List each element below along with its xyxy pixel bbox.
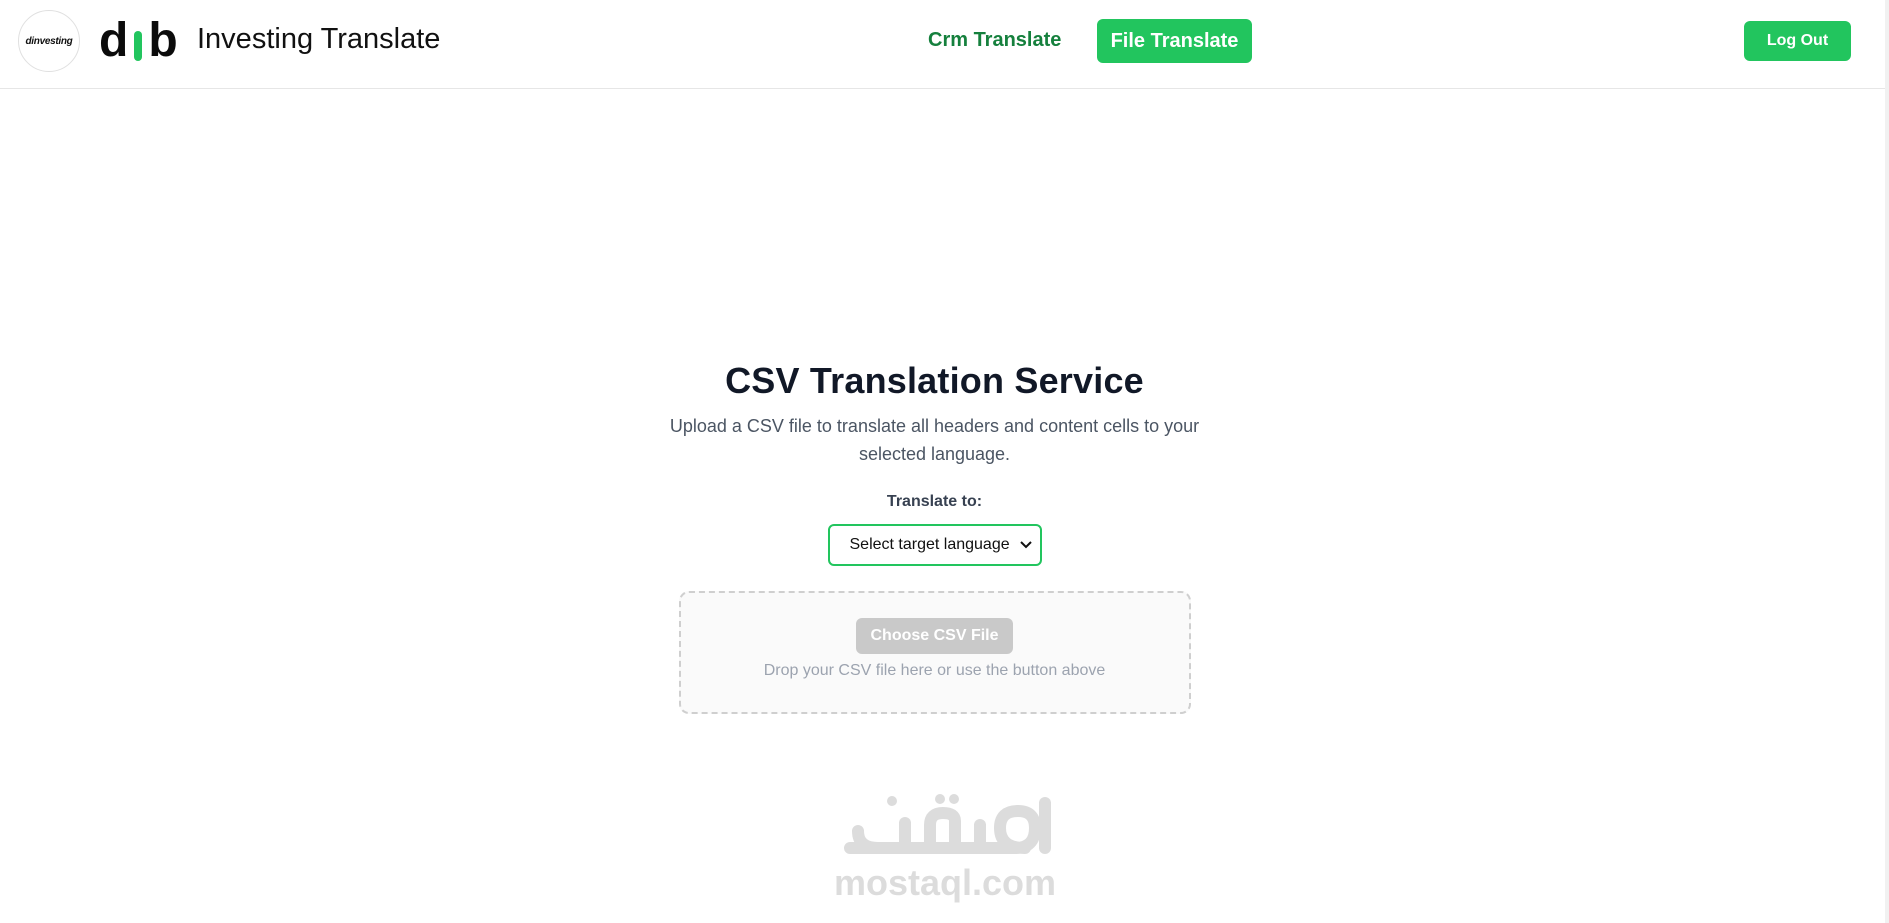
- brand-title: Investing Translate: [197, 23, 441, 55]
- nav-link-file-translate[interactable]: File Translate: [1097, 19, 1252, 63]
- choose-csv-button[interactable]: Choose CSV File: [856, 618, 1013, 654]
- chevron-down-icon: [1019, 538, 1032, 552]
- language-label: Translate to:: [886, 493, 983, 510]
- logout-button[interactable]: Log Out: [1744, 21, 1851, 61]
- mostaql-watermark: mostaql.com: [830, 793, 1060, 903]
- mostaql-watermark-logo-icon: [844, 794, 1051, 854]
- top-navbar: dinvesting d b Investing Translate Crm T…: [0, 0, 1885, 89]
- dib-logo[interactable]: d b: [99, 16, 178, 66]
- language-select-value: Select target language: [849, 536, 1010, 553]
- dib-logo-letter-b: b: [148, 14, 178, 67]
- dib-logo-letter-d: d: [99, 14, 129, 67]
- language-select[interactable]: Select target language: [827, 524, 1042, 566]
- dinvesting-logo[interactable]: dinvesting: [18, 10, 80, 72]
- page-subtitle: Upload a CSV file to translate all heade…: [669, 416, 1200, 464]
- drop-hint-text: Drop your CSV file here or use the butto…: [763, 662, 1106, 679]
- page-scrollbar[interactable]: [1885, 0, 1889, 923]
- csv-translation-panel: CSV Translation Service Upload a CSV fil…: [0, 360, 1869, 714]
- csv-dropzone[interactable]: Choose CSV File Drop your CSV file here …: [678, 591, 1191, 714]
- dib-logo-bar: [134, 31, 143, 61]
- mostaql-watermark-text: mostaql.com: [833, 862, 1057, 903]
- nav-link-crm-translate[interactable]: Crm Translate: [928, 29, 1061, 52]
- dinvesting-logo-text: dinvesting: [25, 35, 73, 47]
- page-title: CSV Translation Service: [725, 360, 1144, 401]
